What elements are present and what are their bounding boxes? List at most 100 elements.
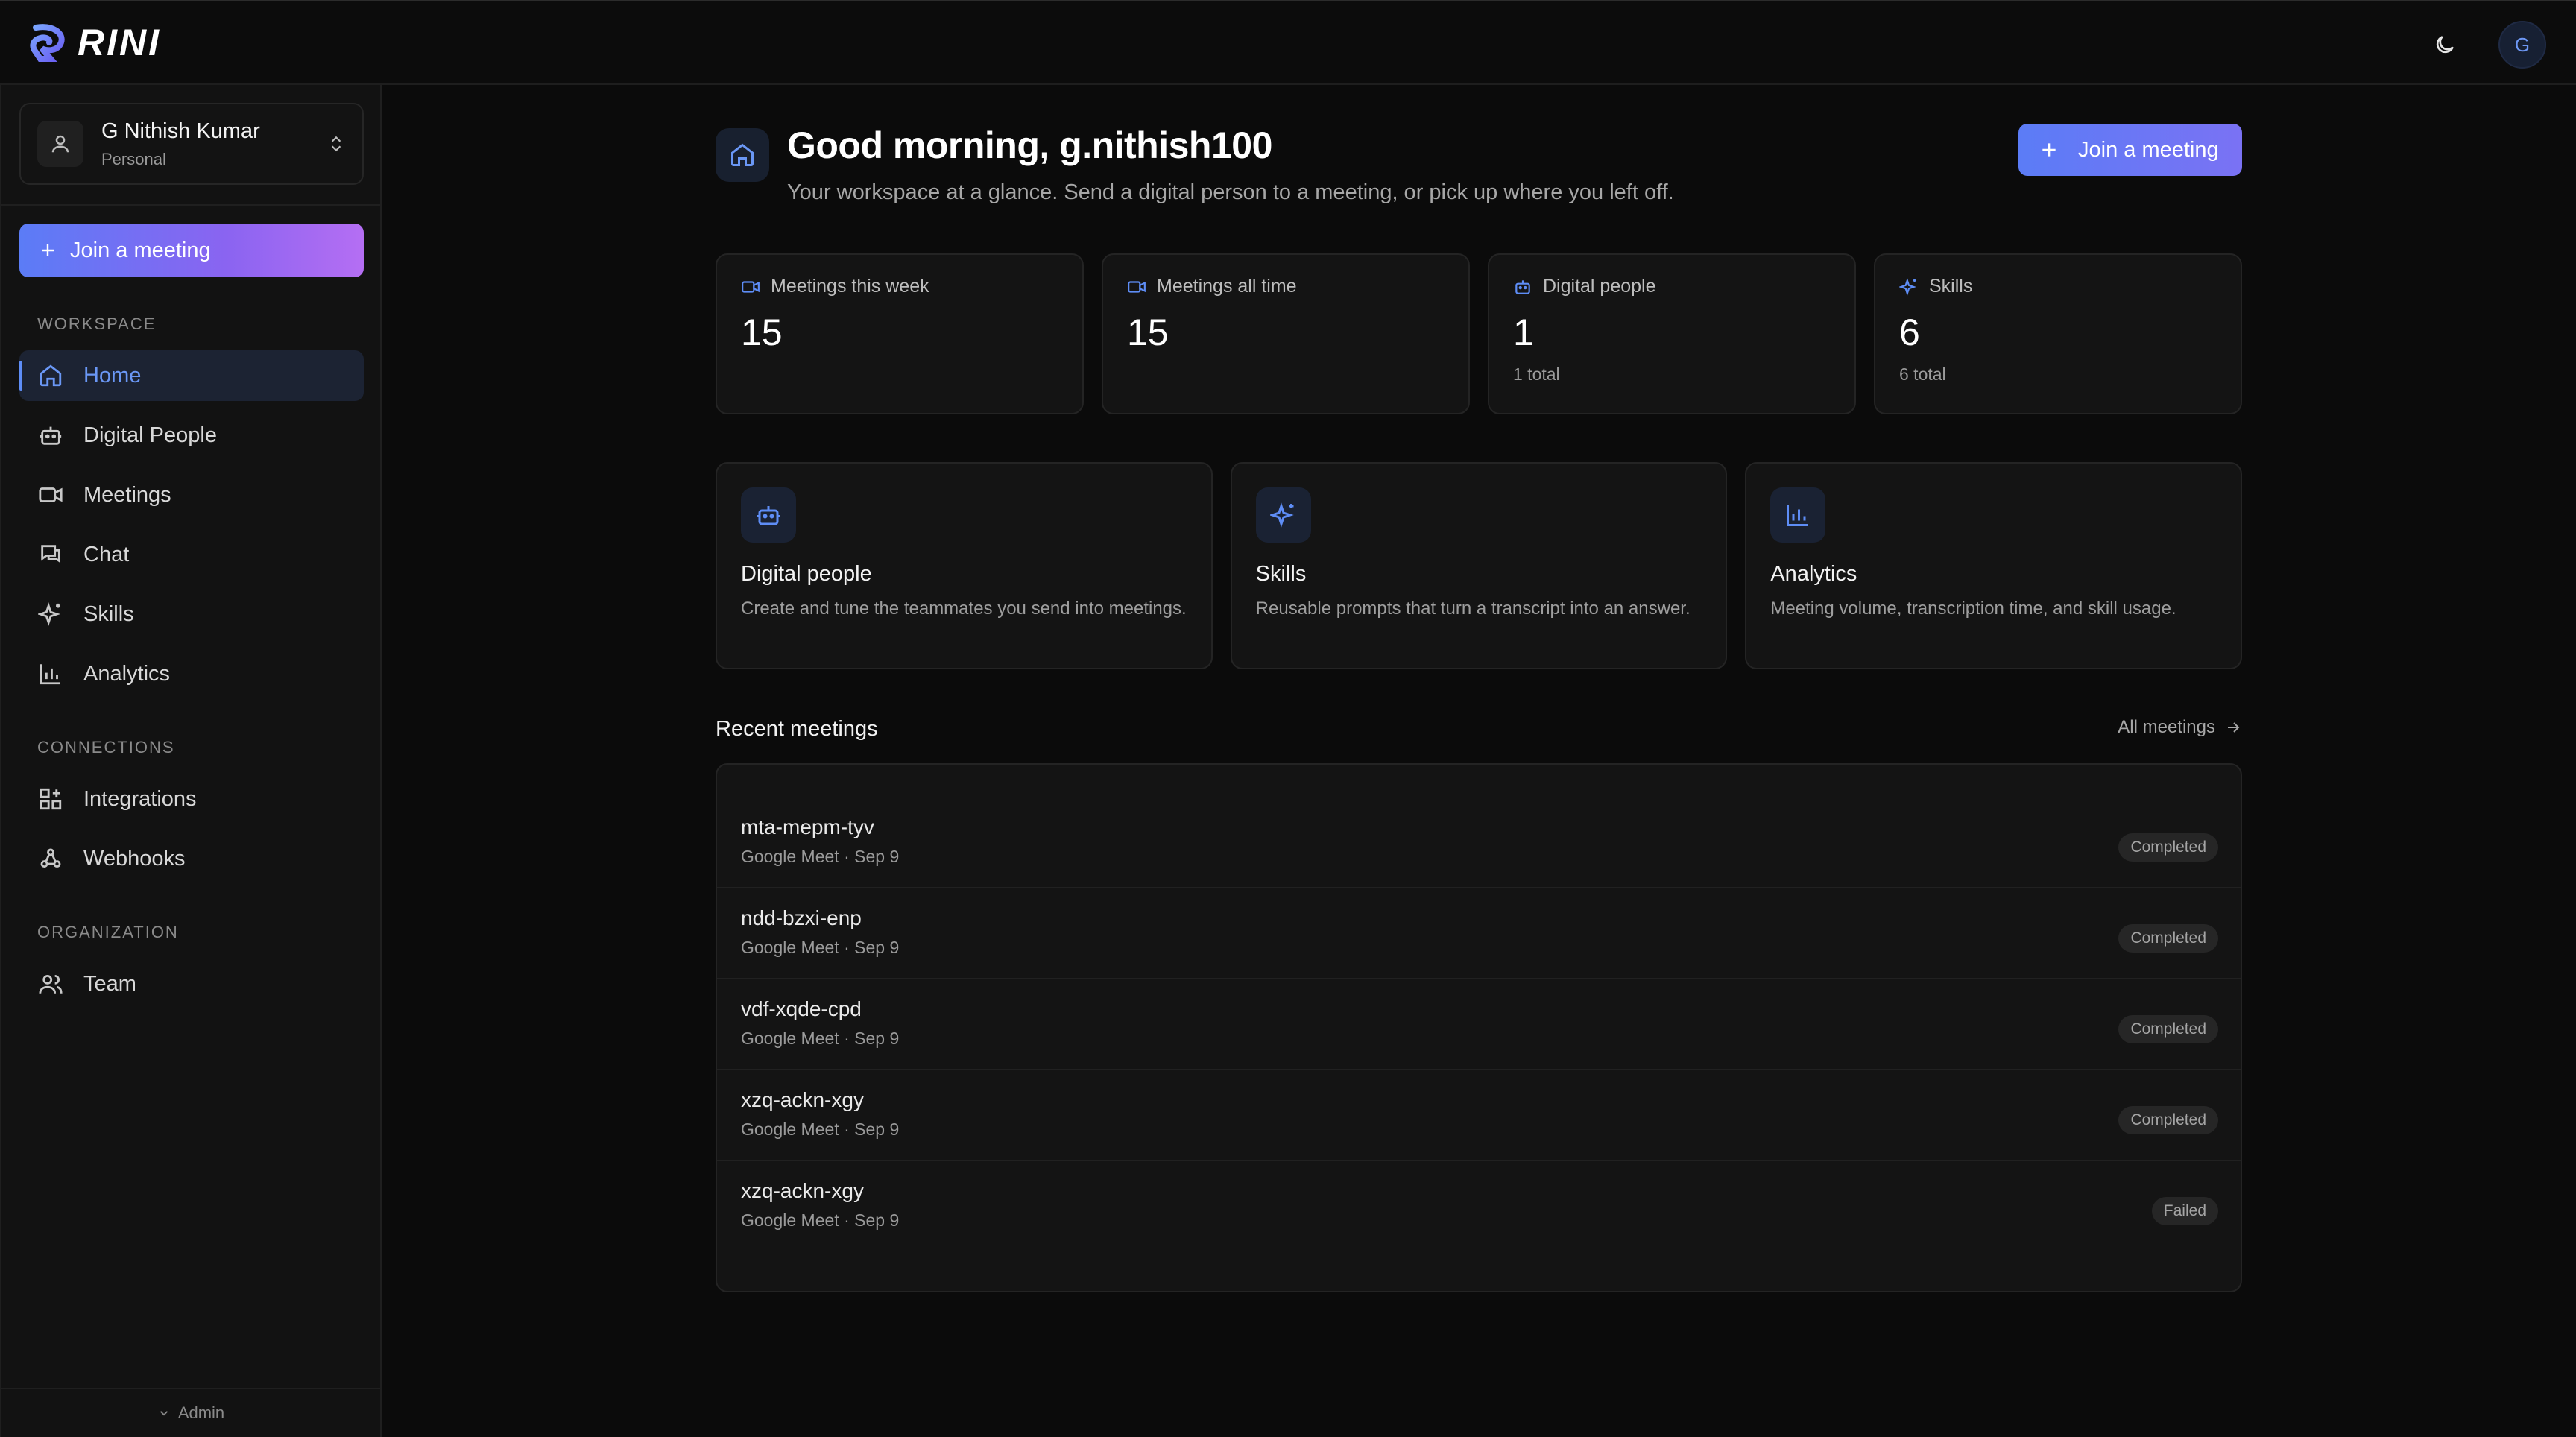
arrow-right-icon — [2228, 722, 2240, 733]
user-avatar-button[interactable]: G — [2498, 21, 2546, 69]
feature-desc: Reusable prompts that turn a transcript … — [1255, 599, 1690, 619]
feature-card-analytics[interactable]: Analytics Meeting volume, transcription … — [1745, 462, 2243, 669]
join-meeting-sidebar-button[interactable]: Join a meeting — [19, 224, 364, 277]
bot-icon — [757, 506, 780, 525]
grid-plus-icon — [40, 788, 62, 810]
status-badge: Completed — [2118, 833, 2218, 862]
theme-toggle-button[interactable] — [2421, 21, 2469, 69]
stat-sub: 6 total — [1899, 364, 1946, 384]
sidebar-item-label: Integrations — [83, 786, 197, 811]
feature-card-skills[interactable]: Skills Reusable prompts that turn a tran… — [1230, 462, 1728, 669]
stat-value: 15 — [1127, 312, 1169, 353]
sidebar-item-label: Digital People — [83, 423, 217, 447]
meeting-meta: Google Meet · Sep 9 — [741, 1210, 900, 1230]
video-icon — [742, 280, 760, 293]
bot-icon — [40, 426, 62, 445]
sidebar-item-team[interactable]: Team — [19, 958, 364, 1009]
page-title: Good morning, g.nithish100 — [787, 124, 1272, 166]
feature-icon — [741, 487, 796, 543]
user-icon — [51, 135, 69, 153]
account-avatar — [37, 121, 83, 167]
join-meeting-sidebar-label: Join a meeting — [70, 238, 211, 262]
stats-row: Meetings this week 15 Meetings all time … — [716, 253, 2242, 414]
sidebar-item-chat[interactable]: Chat — [19, 529, 364, 580]
rini-logo-icon — [30, 24, 65, 62]
section-title: Recent meetings — [716, 717, 878, 741]
meeting-meta: Google Meet · Sep 9 — [741, 1119, 900, 1139]
account-name: G Nithish Kumar — [101, 119, 260, 143]
stat-card-digital-people[interactable]: Digital people 1 1 total — [1488, 253, 1856, 414]
home-icon — [40, 364, 62, 387]
top-bar: RINI G — [0, 0, 2576, 85]
recent-meetings-list: mta-mepm-tyv Google Meet · Sep 9 Complet… — [716, 763, 2242, 1292]
account-type: Personal — [101, 149, 166, 168]
meeting-meta: Google Meet · Sep 9 — [741, 847, 900, 866]
meeting-name: xzq-ackn-xgy — [741, 1179, 864, 1202]
list-item[interactable]: xzq-ackn-xgy Google Meet · Sep 9 Complet… — [717, 1070, 2241, 1161]
home-icon — [731, 143, 754, 166]
sparkles-icon — [1899, 277, 1916, 296]
meeting-meta: Google Meet · Sep 9 — [741, 938, 900, 957]
all-meetings-link[interactable]: All meetings — [2118, 717, 2242, 738]
stat-label: Meetings this week — [771, 276, 929, 297]
webhook-icon — [40, 848, 61, 868]
stat-label: Digital people — [1543, 276, 1656, 297]
users-icon — [39, 974, 63, 994]
sidebar-item-label: Skills — [83, 601, 134, 626]
sidebar-item-digital-people[interactable]: Digital People — [19, 410, 364, 461]
brand-name: RINI — [78, 22, 161, 63]
feature-card-digital-people[interactable]: Digital people Create and tune the teamm… — [716, 462, 1213, 669]
sidebar-item-integrations[interactable]: Integrations — [19, 774, 364, 824]
feature-cards-row: Digital people Create and tune the teamm… — [716, 462, 2243, 669]
join-meeting-label: Join a meeting — [2078, 137, 2219, 162]
sidebar-item-skills[interactable]: Skills — [19, 589, 364, 639]
stat-value: 1 — [1513, 312, 1534, 353]
sidebar-item-label: Webhooks — [83, 846, 186, 871]
stat-label: Skills — [1929, 276, 1973, 297]
brand-logo[interactable]: RINI — [28, 21, 161, 64]
sidebar-item-label: Team — [83, 971, 136, 996]
feature-title: Digital people — [741, 562, 872, 586]
sidebar-item-analytics[interactable]: Analytics — [19, 648, 364, 699]
home-badge — [716, 128, 769, 182]
stat-card-meetings-week[interactable]: Meetings this week 15 — [716, 253, 1084, 414]
join-meeting-button[interactable]: Join a meeting — [2018, 124, 2242, 176]
sidebar-item-label: Chat — [83, 542, 130, 566]
sidebar-item-meetings[interactable]: Meetings — [19, 470, 364, 520]
video-icon — [39, 487, 63, 502]
status-badge: Failed — [2151, 1197, 2218, 1225]
stat-card-meetings-all-time[interactable]: Meetings all time 15 — [1102, 253, 1470, 414]
stat-card-skills[interactable]: Skills 6 6 total — [1874, 253, 2242, 414]
list-item[interactable]: xzq-ackn-xgy Google Meet · Sep 9 Failed — [717, 1161, 2241, 1252]
sparkles-icon — [1269, 502, 1294, 528]
status-badge: Completed — [2118, 1015, 2218, 1043]
sidebar-item-home[interactable]: Home — [19, 350, 364, 401]
feature-icon — [1770, 487, 1826, 543]
feature-icon — [1255, 487, 1311, 543]
feature-title: Analytics — [1770, 562, 1857, 586]
meeting-name: vdf-xqde-cpd — [741, 997, 862, 1020]
stat-label: Meetings all time — [1157, 276, 1297, 297]
sidebar-item-webhooks[interactable]: Webhooks — [19, 833, 364, 884]
meeting-name: mta-mepm-tyv — [741, 815, 874, 838]
sidebar-item-label: Meetings — [83, 482, 171, 507]
chat-icon — [41, 545, 60, 563]
chart-icon — [40, 664, 60, 685]
admin-label: Admin — [177, 1403, 225, 1422]
admin-toggle[interactable]: Admin — [1, 1388, 380, 1437]
stat-value: 15 — [741, 312, 783, 353]
chevrons-up-down-icon — [331, 136, 341, 152]
section-label-organization: ORGANIZATION — [37, 923, 179, 941]
list-item[interactable]: mta-mepm-tyv Google Meet · Sep 9 Complet… — [717, 798, 2241, 888]
list-item[interactable]: ndd-bzxi-enp Google Meet · Sep 9 Complet… — [717, 888, 2241, 979]
page-subtitle: Your workspace at a glance. Send a digit… — [787, 180, 1674, 204]
list-item[interactable]: vdf-xqde-cpd Google Meet · Sep 9 Complet… — [717, 979, 2241, 1070]
moon-icon — [2436, 36, 2454, 54]
account-switcher[interactable]: G Nithish Kumar Personal — [19, 103, 364, 185]
sidebar-item-label: Analytics — [83, 661, 171, 686]
stat-sub: 1 total — [1513, 364, 1560, 384]
section-label-connections: CONNECTIONS — [37, 738, 175, 757]
meeting-name: ndd-bzxi-enp — [741, 906, 862, 929]
chevron-down-icon — [160, 1411, 168, 1416]
feature-desc: Create and tune the teammates you send i… — [741, 599, 1187, 619]
